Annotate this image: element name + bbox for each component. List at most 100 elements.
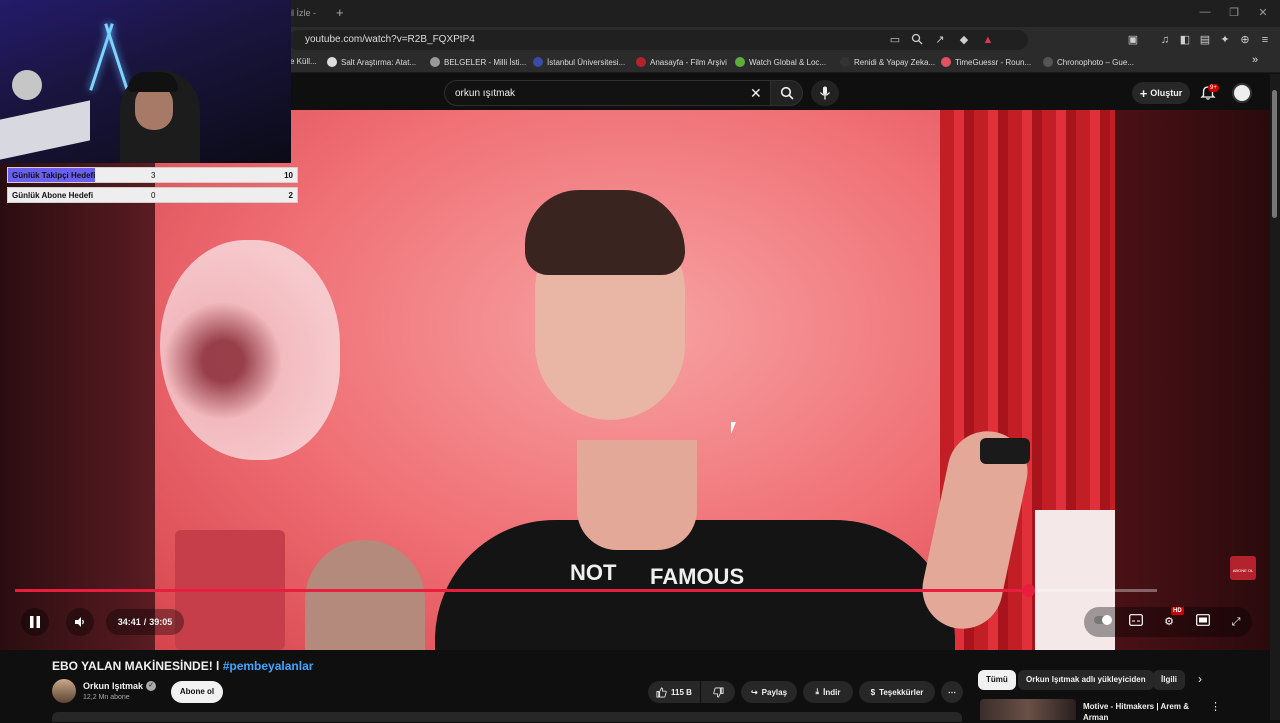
bookmark-item[interactable]: Watch Global & Loc... bbox=[735, 57, 826, 67]
bookmarks-overflow-icon[interactable]: » bbox=[1252, 54, 1258, 66]
chip-all[interactable]: Tümü bbox=[978, 670, 1016, 690]
tab-title[interactable]: il İzle - bbox=[290, 8, 316, 18]
progress-scrubber[interactable] bbox=[1022, 584, 1035, 597]
vpn-icon[interactable]: ⊕ bbox=[1238, 33, 1252, 47]
thumbs-down-icon bbox=[712, 687, 723, 697]
chip-from-uploader[interactable]: Orkun Işıtmak adlı yükleyiciden bbox=[1018, 670, 1154, 690]
subscriber-count: 12,2 Mn abone bbox=[83, 694, 130, 701]
subscribe-button[interactable]: Abone ol bbox=[171, 681, 223, 703]
bookmark-favicon bbox=[1043, 57, 1053, 67]
microphone bbox=[12, 70, 42, 100]
microphone-icon bbox=[819, 86, 831, 100]
thumbs-up-icon bbox=[656, 687, 667, 697]
video-frame: NOT FAMOUS bbox=[155, 110, 1115, 650]
menu-icon[interactable]: ≡ bbox=[1258, 33, 1272, 47]
channel-avatar[interactable] bbox=[52, 679, 76, 703]
goal-label: Günlük Takipçi Hedefi bbox=[12, 171, 96, 180]
create-button[interactable]: + Oluştur bbox=[1132, 82, 1190, 104]
theater-mode-icon[interactable] bbox=[1195, 614, 1211, 630]
extension-badge-icon[interactable]: ▲ bbox=[981, 33, 995, 47]
scrollbar-thumb[interactable] bbox=[1272, 90, 1277, 218]
search-input[interactable]: orkun ışıtmak bbox=[455, 88, 515, 99]
shield-icon[interactable]: ◆ bbox=[957, 33, 971, 47]
streamer-hat bbox=[128, 72, 178, 92]
like-button[interactable]: 115 B bbox=[648, 681, 700, 703]
chip-related[interactable]: İlgili bbox=[1153, 670, 1185, 690]
subscribe-watermark[interactable]: ABONE OL bbox=[1230, 556, 1256, 580]
share-page-icon[interactable]: ↗ bbox=[933, 33, 947, 47]
url-text[interactable]: youtube.com/watch?v=R2B_FQXPtP4 bbox=[305, 34, 475, 45]
follower-goal-bar: Günlük Takipçi Hedefi 3 10 bbox=[7, 167, 298, 183]
hashtag-link[interactable]: #pembeyalanlar bbox=[223, 659, 314, 673]
bookmark-item[interactable]: Chronophoto – Gue... bbox=[1043, 57, 1134, 67]
person-neck bbox=[577, 440, 697, 550]
pause-button[interactable] bbox=[21, 608, 49, 636]
person-shirt: NOT FAMOUS bbox=[435, 520, 955, 650]
close-icon[interactable]: ✕ bbox=[1255, 6, 1271, 19]
search-button[interactable] bbox=[770, 80, 803, 106]
share-button[interactable]: ↪ Paylaş bbox=[741, 681, 797, 703]
voice-search-button[interactable] bbox=[811, 80, 839, 106]
webcam-overlay bbox=[0, 0, 291, 163]
bookmark-item[interactable]: Salt Araştırma: Atat... bbox=[327, 57, 416, 67]
subscriber-goal-bar: Günlük Abone Hedefi 0 2 bbox=[7, 187, 298, 203]
bookmark-item[interactable]: İstanbul Üniversitesi... bbox=[533, 57, 625, 67]
autoplay-toggle-icon[interactable] bbox=[1094, 614, 1112, 630]
description-box[interactable] bbox=[52, 712, 962, 722]
verified-check-icon: ✓ bbox=[146, 681, 156, 691]
bookmark-favicon bbox=[840, 57, 850, 67]
goal-current: 3 bbox=[151, 171, 156, 180]
clear-search-icon[interactable]: ✕ bbox=[750, 85, 762, 102]
chips-next-chevron-icon[interactable]: › bbox=[1198, 672, 1202, 686]
thanks-button[interactable]: $ Teşekkürler bbox=[859, 681, 935, 703]
settings-gear-icon[interactable]: ⚙ bbox=[1161, 614, 1177, 630]
goal-label: Günlük Abone Hedefi bbox=[12, 191, 94, 200]
dislike-button[interactable] bbox=[701, 681, 735, 703]
zoom-icon[interactable] bbox=[910, 33, 924, 47]
bookmark-item[interactable]: Renidi & Yapay Zeka... bbox=[840, 57, 935, 67]
neon-light bbox=[104, 23, 129, 91]
current-time: 34:41 bbox=[117, 617, 141, 627]
bookmark-favicon bbox=[327, 57, 337, 67]
download-button[interactable]: ⤓ İndir bbox=[803, 681, 853, 703]
bookmark-favicon bbox=[430, 57, 440, 67]
maximize-icon[interactable]: ❐ bbox=[1226, 6, 1242, 19]
plus-icon: + bbox=[1139, 85, 1148, 101]
share-arrow-icon: ↪ bbox=[750, 687, 758, 697]
ai-sparkle-icon[interactable]: ✦ bbox=[1218, 33, 1232, 47]
minimize-icon[interactable]: — bbox=[1197, 6, 1213, 18]
account-avatar[interactable] bbox=[1232, 83, 1252, 103]
new-tab-icon[interactable]: + bbox=[336, 5, 344, 20]
mouse-cursor bbox=[731, 422, 741, 434]
keyboard bbox=[0, 100, 90, 160]
person-arm-left bbox=[305, 540, 425, 650]
video-title: EBO YALAN MAKİNESİNDE! l #pembeyalanlar bbox=[52, 659, 314, 673]
sidebar-icon[interactable]: ◧ bbox=[1178, 33, 1192, 47]
bookmark-item[interactable]: e Küll... bbox=[290, 57, 317, 66]
bookmark-item[interactable]: Anasayfa - Film Arşivi bbox=[636, 57, 727, 67]
recommendation-more-icon[interactable]: ⋮ bbox=[1210, 700, 1221, 713]
music-icon[interactable]: ♫ bbox=[1158, 33, 1172, 47]
fullscreen-icon[interactable]: ⤢ bbox=[1228, 614, 1244, 630]
volume-button[interactable] bbox=[66, 608, 94, 636]
bookmark-item[interactable]: TimeGuessr - Roun... bbox=[941, 57, 1031, 67]
wallet-icon[interactable]: ▤ bbox=[1198, 33, 1212, 47]
goal-current: 0 bbox=[151, 191, 156, 200]
search-box[interactable]: orkun ışıtmak ✕ bbox=[444, 80, 774, 106]
download-icon: ⤓ bbox=[815, 687, 820, 696]
reader-icon[interactable]: ▣ bbox=[1126, 33, 1140, 47]
bookmark-favicon bbox=[636, 57, 646, 67]
shirt-text-not: NOT bbox=[570, 560, 617, 585]
volume-icon bbox=[75, 617, 84, 627]
time-display: 34:41 / 39:05 bbox=[106, 609, 184, 635]
bookmark-item[interactable]: BELGELER - Milli İsti... bbox=[430, 57, 526, 67]
goal-target: 2 bbox=[288, 191, 293, 200]
channel-name[interactable]: Orkun Işıtmak bbox=[83, 681, 143, 691]
more-actions-button[interactable]: ⋯ bbox=[941, 681, 963, 703]
subtitles-icon[interactable] bbox=[1128, 614, 1144, 630]
hd-badge: HD bbox=[1171, 607, 1184, 615]
recommendation-thumbnail[interactable] bbox=[980, 699, 1076, 720]
shirt-text-famous: FAMOUS bbox=[650, 564, 745, 589]
cast-icon[interactable]: ▭ bbox=[888, 33, 902, 47]
thanks-dollar-icon: $ bbox=[870, 687, 876, 697]
